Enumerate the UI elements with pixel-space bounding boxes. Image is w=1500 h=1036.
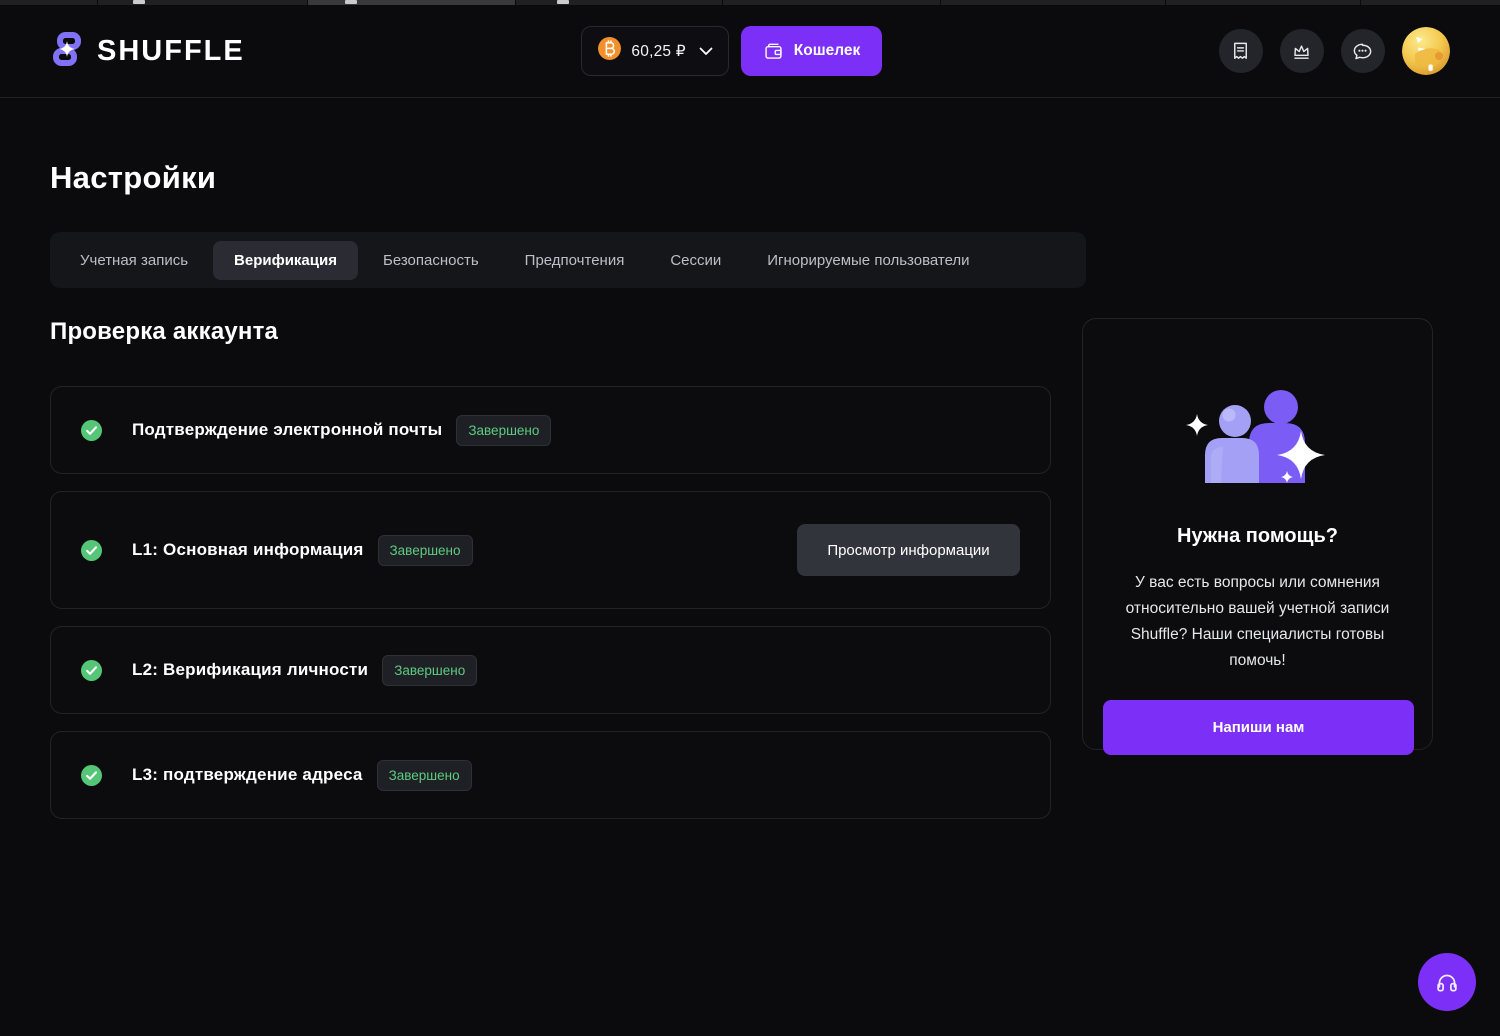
- verification-title: L1: Основная информация: [132, 540, 364, 560]
- help-body-text: У вас есть вопросы или сомнения относите…: [1104, 570, 1412, 674]
- tab-account[interactable]: Учетная запись: [59, 241, 209, 280]
- verification-title: Подтверждение электронной почты: [132, 420, 442, 440]
- status-badge: Завершено: [456, 415, 551, 446]
- section-title: Проверка аккаунта: [50, 318, 1051, 346]
- receipt-icon: [1229, 40, 1252, 63]
- verification-title: L2: Верификация личности: [132, 660, 368, 680]
- support-people-illustration: [1103, 385, 1412, 495]
- bet-slip-button[interactable]: [1219, 29, 1263, 73]
- chat-bubble-icon: [1351, 40, 1374, 63]
- verification-title: L3: подтверждение адреса: [132, 765, 363, 785]
- tab-favicon: [133, 0, 145, 4]
- help-card: Нужна помощь? У вас есть вопросы или сом…: [1082, 318, 1433, 750]
- browser-tab[interactable]: [516, 0, 722, 5]
- browser-tab-strip: [0, 0, 1500, 5]
- wallet-icon: [763, 41, 784, 62]
- chevron-down-icon: [699, 47, 713, 56]
- verification-card-email: Подтверждение электронной почты Завершен…: [50, 386, 1051, 474]
- browser-tab-active[interactable]: [308, 0, 515, 5]
- check-circle-icon: [81, 660, 102, 681]
- browser-tab[interactable]: [723, 0, 940, 5]
- status-badge: Завершено: [382, 655, 477, 686]
- help-title: Нужна помощь?: [1103, 525, 1412, 548]
- verification-card-l3: L3: подтверждение адреса Завершено: [50, 731, 1051, 819]
- tab-verification[interactable]: Верификация: [213, 241, 358, 280]
- vip-button[interactable]: [1280, 29, 1324, 73]
- settings-tabbar: Учетная запись Верификация Безопасность …: [50, 232, 1086, 288]
- balance-selector[interactable]: 60,25 ₽: [581, 26, 728, 76]
- view-information-button[interactable]: Просмотр информации: [797, 524, 1020, 576]
- tab-favicon: [557, 0, 569, 4]
- page-title: Настройки: [50, 160, 1450, 196]
- browser-tab[interactable]: [0, 0, 97, 5]
- tab-preferences[interactable]: Предпочтения: [504, 241, 646, 280]
- browser-tab[interactable]: [1361, 0, 1500, 5]
- contact-us-button[interactable]: Напиши нам: [1103, 700, 1414, 755]
- status-badge: Завершено: [377, 760, 472, 791]
- support-fab-button[interactable]: [1418, 953, 1476, 1011]
- browser-tab[interactable]: [1166, 0, 1360, 5]
- shuffle-logo-icon: [50, 30, 84, 73]
- bitcoin-icon: [597, 36, 622, 66]
- verification-card-l2: L2: Верификация личности Завершено: [50, 626, 1051, 714]
- wallet-button-label: Кошелек: [794, 42, 861, 60]
- wallet-button[interactable]: Кошелек: [741, 26, 883, 76]
- shuffle-logo[interactable]: SHUFFLE: [50, 30, 245, 73]
- tab-sessions[interactable]: Сессии: [649, 241, 742, 280]
- check-circle-icon: [81, 765, 102, 786]
- status-badge: Завершено: [378, 535, 473, 566]
- tab-security[interactable]: Безопасность: [362, 241, 500, 280]
- tab-favicon: [345, 0, 357, 4]
- check-circle-icon: [81, 420, 102, 441]
- headphones-icon: [1434, 969, 1460, 995]
- tab-ignored-users[interactable]: Игнорируемые пользователи: [746, 241, 990, 280]
- crown-icon: [1290, 40, 1313, 63]
- verification-card-l1: L1: Основная информация Завершено Просмо…: [50, 491, 1051, 609]
- browser-tab[interactable]: [98, 0, 307, 5]
- brand-name: SHUFFLE: [97, 35, 245, 68]
- check-circle-icon: [81, 540, 102, 561]
- top-navbar: SHUFFLE 60,25 ₽: [0, 5, 1500, 98]
- chat-button[interactable]: [1341, 29, 1385, 73]
- balance-amount: 60,25 ₽: [631, 42, 685, 61]
- user-avatar[interactable]: [1402, 27, 1450, 75]
- browser-tab[interactable]: [941, 0, 1165, 5]
